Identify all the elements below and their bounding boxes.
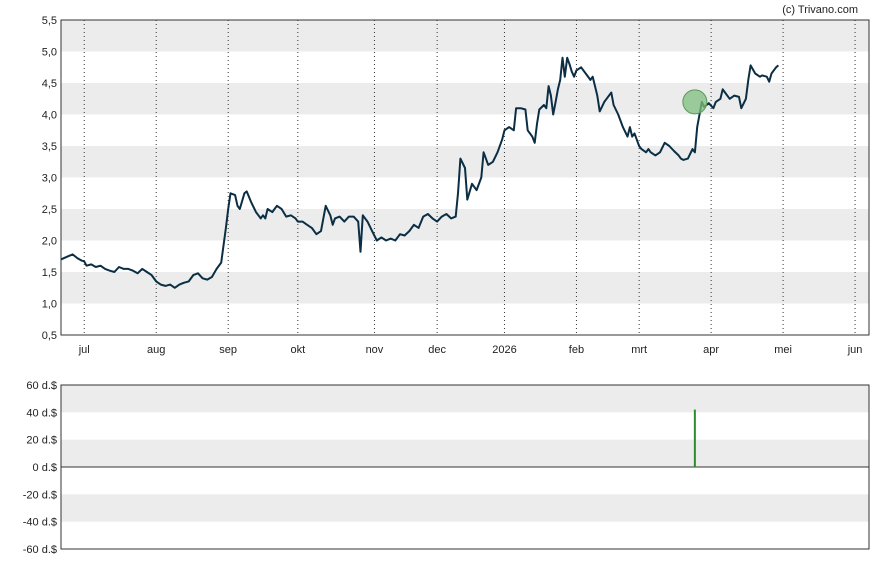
y-tick-label: 2,5 — [42, 204, 57, 216]
volume-tick-label: -40 d.$ — [23, 517, 57, 529]
x-tick-label: mei — [774, 344, 792, 356]
y-tick-label: 1,0 — [42, 299, 57, 311]
x-tick-label: 2026 — [492, 344, 516, 356]
volume-band — [61, 439, 869, 467]
copyright-label: (c) Trivano.com — [782, 4, 858, 16]
x-tick-label: aug — [147, 344, 165, 356]
y-tick-label: 5,5 — [42, 15, 57, 27]
x-tick-label: sep — [219, 344, 237, 356]
volume-tick-label: -60 d.$ — [23, 544, 57, 556]
x-tick-label: apr — [703, 344, 719, 356]
y-tick-label: 4,0 — [42, 110, 57, 122]
y-tick-label: 3,0 — [42, 173, 57, 185]
volume-tick-label: 40 d.$ — [26, 407, 57, 419]
volume-tick-label: 0 d.$ — [33, 462, 57, 474]
x-tick-label: mrt — [631, 344, 647, 356]
x-tick-label: dec — [428, 344, 446, 356]
price-band — [61, 20, 869, 52]
x-tick-label: feb — [569, 344, 584, 356]
y-tick-label: 1,5 — [42, 267, 57, 279]
event-marker — [682, 89, 708, 115]
x-tick-label: jun — [847, 344, 863, 356]
x-tick-label: nov — [366, 344, 384, 356]
stock-chart: (c) Trivano.com jul aug sep okt nov dec 2026 fe… — [23, 4, 870, 556]
y-tick-label: 0,5 — [42, 330, 57, 342]
price-band — [61, 209, 869, 241]
price-band — [61, 272, 869, 304]
x-tick-label: jul — [78, 344, 90, 356]
y-tick-label: 5,0 — [42, 47, 57, 59]
x-tick-label: okt — [290, 344, 305, 356]
y-tick-label: 2,0 — [42, 236, 57, 248]
y-tick-label: 3,5 — [42, 141, 57, 153]
volume-tick-label: 20 d.$ — [26, 435, 57, 447]
y-tick-label: 4,5 — [42, 78, 57, 90]
volume-tick-label: 60 d.$ — [26, 380, 57, 392]
volume-band — [61, 494, 869, 522]
volume-panel: 60 d.$ 40 d.$ 20 d.$ 0 d.$ -20 d.$ -40 d.$ -60… — [23, 380, 870, 556]
price-panel: jul aug sep okt nov dec 2026 feb mrt apr mei jun 0,5… — [42, 15, 870, 356]
volume-band — [61, 385, 869, 413]
volume-tick-label: -20 d.$ — [23, 489, 57, 501]
